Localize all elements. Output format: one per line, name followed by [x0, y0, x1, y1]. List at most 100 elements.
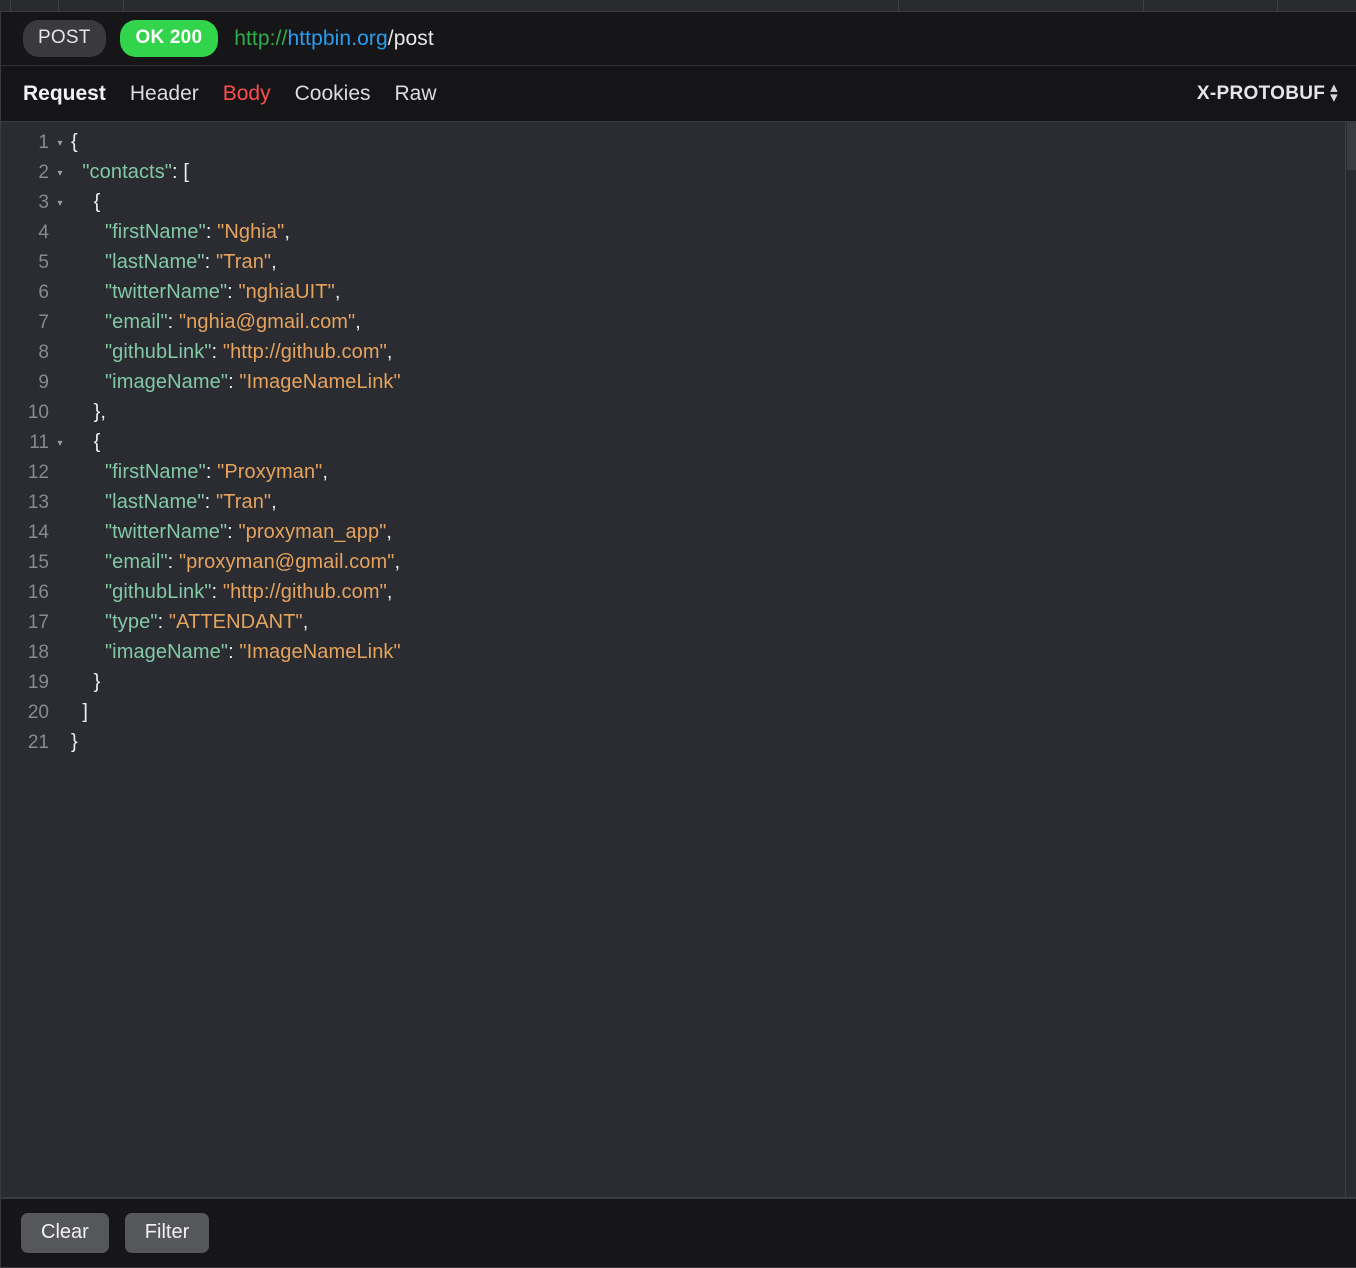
token-key: "contacts"	[82, 161, 173, 183]
chevron-updown-icon: ▴ ▾	[1330, 79, 1338, 106]
clear-button[interactable]: Clear	[21, 1213, 109, 1253]
code-lines: 1 ▾{2 ▾ "contacts": [3 ▾ {4 "firstName": "N…	[1, 122, 1356, 761]
fold-triangle-icon[interactable]: ▾	[49, 438, 71, 449]
token-key: "lastName"	[104, 251, 205, 273]
code-line: 19 }	[1, 671, 1356, 701]
column-divider-3[interactable]	[898, 0, 899, 11]
token-punct: ,	[334, 281, 341, 303]
line-number: 20	[27, 702, 49, 723]
token-punct: :	[228, 371, 240, 393]
token-punct: },	[93, 401, 107, 423]
line-number: 1	[38, 132, 49, 153]
token-punct: ]	[82, 701, 88, 723]
code-line: 17 "type": "ATTENDANT",	[1, 611, 1356, 641]
fold-triangle-icon[interactable]: ▾	[49, 138, 71, 149]
encoding-select-label: X-PROTOBUF	[1196, 82, 1326, 104]
editor-scrollbar-thumb[interactable]	[1347, 122, 1356, 170]
code-text: "firstName": "Proxyman",	[71, 461, 328, 484]
token-punct: {	[93, 191, 101, 213]
url-path: /post	[387, 26, 434, 50]
filter-button[interactable]: Filter	[124, 1213, 210, 1253]
column-divider-2[interactable]	[123, 0, 124, 11]
request-tab-bar: Request Header Body Cookies Raw X-PROTOBUF ▴…	[0, 66, 1356, 122]
token-punct: ,	[322, 461, 329, 483]
token-str: "proxyman@gmail.com"	[178, 551, 395, 573]
tab-raw[interactable]: Raw	[395, 82, 437, 106]
code-text: {	[71, 431, 101, 454]
token-punct: ,	[284, 221, 290, 243]
line-number: 12	[27, 462, 49, 483]
token-punct: {	[71, 131, 78, 153]
column-divider-4[interactable]	[1143, 0, 1144, 11]
tab-body[interactable]: Body	[223, 82, 271, 106]
code-text: }	[71, 671, 101, 694]
tab-request[interactable]: Request	[23, 82, 106, 106]
token-key: "email"	[104, 311, 168, 333]
tab-cookies[interactable]: Cookies	[295, 82, 371, 106]
token-key: "twitterName"	[104, 281, 228, 303]
token-key: "firstName"	[104, 221, 206, 243]
code-text: },	[71, 401, 106, 424]
code-text: "type": "ATTENDANT",	[71, 611, 308, 634]
token-punct: :	[204, 491, 216, 513]
fold-triangle-icon[interactable]: ▾	[49, 198, 71, 209]
token-punct: ,	[386, 521, 393, 543]
token-str: "http://github.com"	[222, 341, 387, 363]
code-text: {	[71, 131, 78, 154]
line-number: 10	[27, 402, 49, 423]
token-punct: :	[157, 611, 169, 633]
code-line: 12 "firstName": "Proxyman",	[1, 461, 1356, 491]
line-number: 11	[29, 432, 49, 453]
url-host: httpbin.org	[287, 26, 388, 50]
code-text: "contacts": [	[71, 161, 189, 184]
code-text: "firstName": "Nghia",	[71, 221, 290, 244]
column-divider-1[interactable]	[58, 0, 59, 11]
token-punct: :	[204, 251, 216, 273]
code-text: "email": "nghia@gmail.com",	[71, 311, 361, 334]
token-punct: :	[211, 581, 223, 603]
http-method-badge: POST	[23, 20, 106, 57]
token-punct: ,	[355, 311, 361, 333]
code-line: 14 "twitterName": "proxyman_app",	[1, 521, 1356, 551]
request-url[interactable]: http://httpbin.org/post	[234, 27, 434, 51]
line-number: 9	[38, 372, 49, 393]
token-str: "http://github.com"	[222, 581, 387, 603]
json-body-editor[interactable]: 1 ▾{2 ▾ "contacts": [3 ▾ {4 "firstName": "N…	[0, 122, 1356, 1198]
line-number: 7	[38, 312, 49, 333]
code-text: "twitterName": "proxyman_app",	[71, 521, 392, 544]
code-text: "lastName": "Tran",	[71, 491, 277, 514]
code-text: "imageName": "ImageNameLink"	[71, 641, 401, 664]
encoding-select[interactable]: X-PROTOBUF ▴ ▾	[1196, 79, 1338, 106]
traffic-table-header-strip	[0, 0, 1356, 12]
token-punct: ,	[386, 341, 393, 363]
column-divider-5[interactable]	[1277, 0, 1278, 11]
token-str: "Tran"	[215, 491, 272, 513]
editor-vertical-scrollbar[interactable]	[1345, 122, 1356, 1197]
token-key: "type"	[104, 611, 158, 633]
code-line: 8 "githubLink": "http://github.com",	[1, 341, 1356, 371]
tab-header[interactable]: Header	[130, 82, 199, 106]
code-line: 9 "imageName": "ImageNameLink"	[1, 371, 1356, 401]
token-str: "ImageNameLink"	[239, 641, 401, 663]
code-text: ]	[71, 701, 88, 724]
token-str: "ImageNameLink"	[239, 371, 401, 393]
code-text: {	[71, 191, 101, 214]
code-line: 7 "email": "nghia@gmail.com",	[1, 311, 1356, 341]
token-str: "Proxyman"	[217, 461, 323, 483]
fold-triangle-icon[interactable]: ▾	[49, 168, 71, 179]
column-divider-0[interactable]	[10, 0, 11, 11]
token-punct: :	[205, 221, 218, 243]
token-key: "githubLink"	[104, 341, 212, 363]
line-number: 4	[38, 222, 49, 243]
url-scheme: http://	[234, 26, 288, 50]
code-line: 15 "email": "proxyman@gmail.com",	[1, 551, 1356, 581]
tab-list: Request Header Body Cookies Raw	[23, 82, 437, 106]
